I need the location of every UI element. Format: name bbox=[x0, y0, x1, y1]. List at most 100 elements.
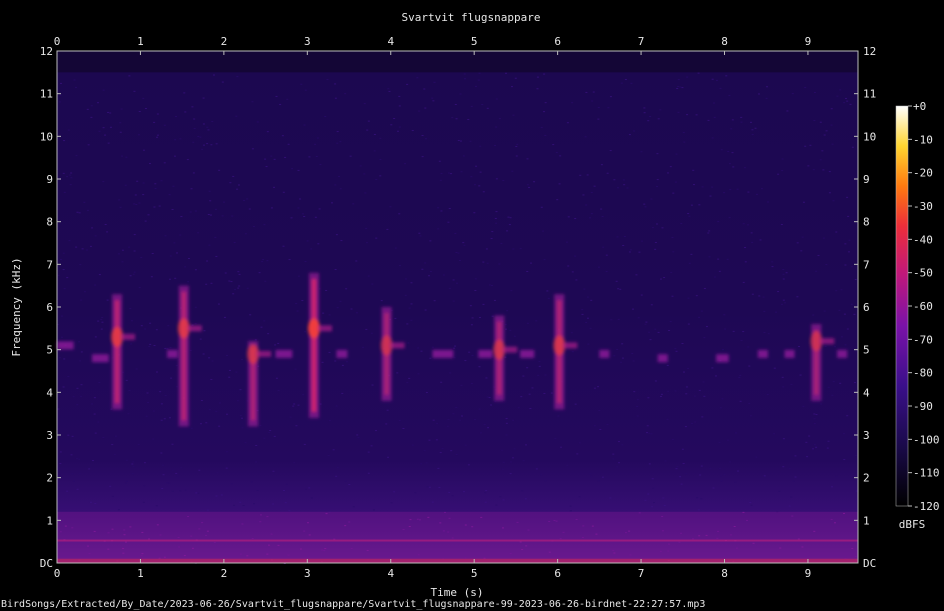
noise-dot bbox=[398, 126, 401, 128]
noise-dot bbox=[130, 320, 133, 322]
noise-dot bbox=[740, 340, 743, 342]
noise-dot bbox=[609, 96, 612, 98]
noise-dot bbox=[560, 446, 563, 448]
noise-dot bbox=[180, 216, 183, 218]
noise-dot bbox=[438, 486, 441, 488]
noise-dot bbox=[571, 271, 574, 273]
noise-dot bbox=[763, 475, 766, 477]
noise-dot bbox=[62, 386, 65, 388]
noise-dot bbox=[272, 470, 275, 472]
noise-dot bbox=[502, 499, 505, 501]
noise-dot bbox=[815, 446, 818, 448]
noise-dot bbox=[663, 504, 666, 506]
noise-dot bbox=[191, 106, 194, 108]
noise-dot bbox=[500, 242, 503, 244]
noise-dot bbox=[125, 459, 128, 461]
noise-dot bbox=[742, 281, 745, 283]
noise-dot bbox=[682, 132, 685, 134]
noise-dot bbox=[124, 184, 127, 186]
noise-dot bbox=[308, 487, 311, 489]
noise-dot bbox=[301, 213, 304, 215]
noise-dot bbox=[826, 447, 829, 449]
noise-dot bbox=[686, 76, 689, 78]
noise-dot bbox=[305, 488, 308, 490]
noise-dot bbox=[705, 326, 708, 328]
noise-dot bbox=[511, 457, 514, 459]
y-tick-label: 5 bbox=[46, 344, 53, 357]
noise-dot bbox=[550, 392, 553, 394]
noise-dot bbox=[662, 497, 665, 499]
noise-dot bbox=[778, 490, 781, 492]
noise-dot bbox=[785, 272, 788, 274]
noise-dot bbox=[81, 248, 84, 250]
noise-dot bbox=[155, 505, 158, 507]
noise-dot bbox=[359, 165, 362, 167]
noise-dot bbox=[111, 495, 114, 497]
noise-dot bbox=[643, 107, 646, 109]
noise-dot bbox=[440, 210, 443, 212]
noise-dot bbox=[830, 124, 833, 126]
noise-dot bbox=[370, 445, 373, 447]
noise-dot bbox=[629, 249, 632, 251]
noise-dot bbox=[460, 384, 463, 386]
noise-dot bbox=[148, 163, 151, 165]
noise-dot bbox=[578, 496, 581, 498]
noise-dot bbox=[711, 137, 714, 139]
noise-dot bbox=[225, 355, 228, 357]
faint-segment bbox=[599, 349, 610, 358]
noise-dot bbox=[138, 111, 141, 113]
noise-dot bbox=[283, 490, 286, 492]
noise-dot bbox=[588, 217, 591, 219]
noise-dot bbox=[628, 251, 631, 253]
noise-dot bbox=[429, 240, 432, 242]
noise-dot bbox=[448, 287, 451, 289]
noise-dot bbox=[172, 185, 175, 187]
noise-dot bbox=[205, 283, 208, 285]
noise-dot bbox=[794, 455, 797, 457]
noise-dot bbox=[218, 169, 221, 171]
noise-dot bbox=[660, 393, 663, 395]
noise-dot bbox=[367, 472, 370, 474]
noise-dot bbox=[850, 266, 853, 268]
noise-dot bbox=[455, 252, 458, 254]
noise-dot bbox=[708, 256, 711, 258]
noise-dot bbox=[499, 496, 502, 498]
noise-dot bbox=[459, 419, 462, 421]
noise-dot bbox=[171, 209, 174, 211]
faint-segment bbox=[92, 354, 109, 363]
noise-dot bbox=[299, 198, 302, 200]
noise-dot bbox=[450, 450, 453, 452]
noise-dot bbox=[718, 468, 721, 470]
noise-dot bbox=[711, 186, 714, 188]
noise-dot bbox=[263, 320, 266, 322]
noise-dot bbox=[175, 472, 178, 474]
noise-dot bbox=[149, 343, 152, 345]
noise-dot bbox=[287, 143, 290, 145]
noise-dot bbox=[390, 502, 393, 504]
noise-dot bbox=[63, 140, 66, 142]
noise-dot bbox=[798, 345, 801, 347]
noise-dot bbox=[173, 155, 176, 157]
noise-dot bbox=[62, 172, 65, 174]
noise-dot bbox=[782, 268, 785, 270]
noise-dot bbox=[632, 130, 635, 132]
noise-dot bbox=[463, 78, 466, 80]
noise-dot bbox=[203, 330, 206, 332]
noise-dot bbox=[485, 490, 488, 492]
noise-dot bbox=[440, 381, 443, 383]
noise-dot bbox=[217, 303, 220, 305]
noise-dot bbox=[843, 102, 846, 104]
spectrogram-background bbox=[57, 51, 858, 563]
noise-dot bbox=[782, 438, 785, 440]
noise-dot bbox=[155, 371, 158, 373]
noise-dot bbox=[302, 394, 305, 396]
noise-dot bbox=[659, 278, 662, 280]
noise-dot bbox=[89, 245, 92, 247]
noise-dot bbox=[762, 296, 765, 298]
noise-dot bbox=[236, 76, 239, 78]
noise-dot bbox=[592, 91, 595, 93]
noise-dot bbox=[379, 137, 382, 139]
noise-dot bbox=[482, 261, 485, 263]
noise-dot bbox=[428, 275, 431, 277]
noise-dot bbox=[459, 93, 462, 95]
